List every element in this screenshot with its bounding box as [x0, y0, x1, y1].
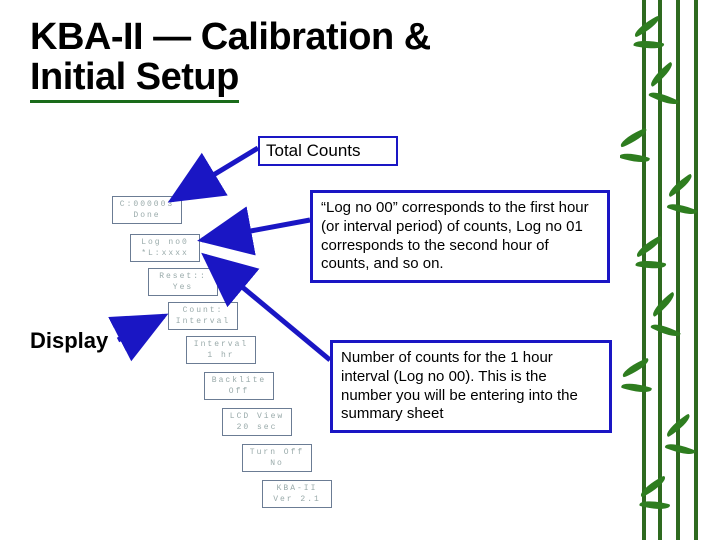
page-title: KBA-II — Calibration & Initial Setup [30, 18, 431, 103]
display-screen: Interval 1 hr [186, 336, 256, 364]
display-screen: C:000003 Done [112, 196, 182, 224]
callout-log-note: “Log no 00” corresponds to the first hou… [310, 190, 610, 283]
display-screen: LCD View 20 sec [222, 408, 292, 436]
title-line-2: Initial Setup [30, 58, 239, 103]
label-display: Display [30, 328, 108, 354]
display-screen: Backlite Off [204, 372, 274, 400]
callout-counts-note: Number of counts for the 1 hour interval… [330, 340, 612, 433]
display-screen: KBA-II Ver 2.1 [262, 480, 332, 508]
display-screen: Log no0 *L:xxxx [130, 234, 200, 262]
display-screen: Count: Interval [168, 302, 238, 330]
bamboo-decor [620, 0, 720, 540]
display-screen: Reset:: Yes [148, 268, 218, 296]
label-total-counts: Total Counts [258, 136, 398, 166]
title-line-1: KBA-II — Calibration & [30, 16, 431, 58]
display-screen: Turn Off No [242, 444, 312, 472]
